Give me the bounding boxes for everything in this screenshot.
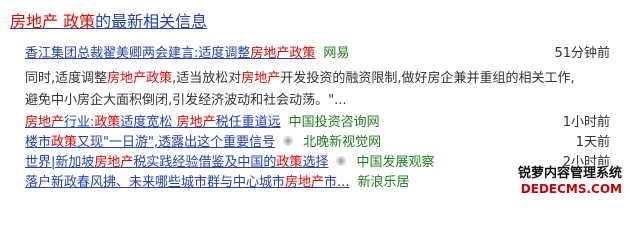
headline-suffix: 的最新相关信息 xyxy=(95,12,208,31)
news-list-item: 楼市政策又现"一日游",透露出这个重要信号 北晚新视觉网 1天前 xyxy=(25,133,610,153)
news-title-link[interactable]: 房地产行业:政策适度宽松 房地产税任重道远 xyxy=(25,115,281,130)
news-title-link[interactable]: 落户新政春风拂、未来哪些城市群与中心城市房地产市... xyxy=(25,175,349,190)
news-source: 中国发展观察 xyxy=(356,155,435,170)
source-logo-icon xyxy=(281,134,295,148)
headline-keyword-realestate: 房地产 xyxy=(10,12,59,31)
news-title-link[interactable]: 世界|新加坡房地产税实践经验借鉴及中国的政策选择 xyxy=(25,155,328,170)
watermark-line2: DEDECMS.COM xyxy=(520,182,622,196)
source-logo-icon xyxy=(334,154,348,168)
news-time: 1天前 xyxy=(575,135,610,150)
news-title-link[interactable]: 楼市政策又现"一日游",透露出这个重要信号 xyxy=(25,135,275,150)
headline-keyword-policy: 政策 xyxy=(63,12,96,31)
news-list-item: 房地产行业:政策适度宽松 房地产税任重道远 中国投资咨询网 1小时前 xyxy=(25,113,610,133)
top-news-item: 香江集团总裁翟美卿两会建言:适度调整房地产政策 网易 51分钟前 同时,适度调整房… xyxy=(25,44,610,112)
news-time: 1小时前 xyxy=(562,115,610,130)
news-source: 新浪乐居 xyxy=(357,175,410,190)
top-news-time: 51分钟前 xyxy=(554,46,610,61)
top-news-summary: 同时,适度调整房地产政策,适当放松对房地产开发投资的融资限制,做好房企兼并重组的… xyxy=(25,71,575,108)
top-news-source: 网易 xyxy=(323,46,350,61)
news-source: 北晚新视觉网 xyxy=(303,135,382,150)
results-headline-link[interactable]: 房地产 政策的最新相关信息 xyxy=(10,12,207,32)
watermark-line1: 锐萝内容管理系统 xyxy=(517,166,622,181)
site-watermark: 锐萝内容管理系统 DEDECMS.COM xyxy=(512,166,622,196)
news-results-panel: 房地产 政策的最新相关信息 香江集团总裁翟美卿两会建言:适度调整房地产政策 网易 … xyxy=(0,0,630,202)
news-source: 中国投资咨询网 xyxy=(288,115,380,130)
top-news-title-link[interactable]: 香江集团总裁翟美卿两会建言:适度调整房地产政策 xyxy=(25,46,315,61)
